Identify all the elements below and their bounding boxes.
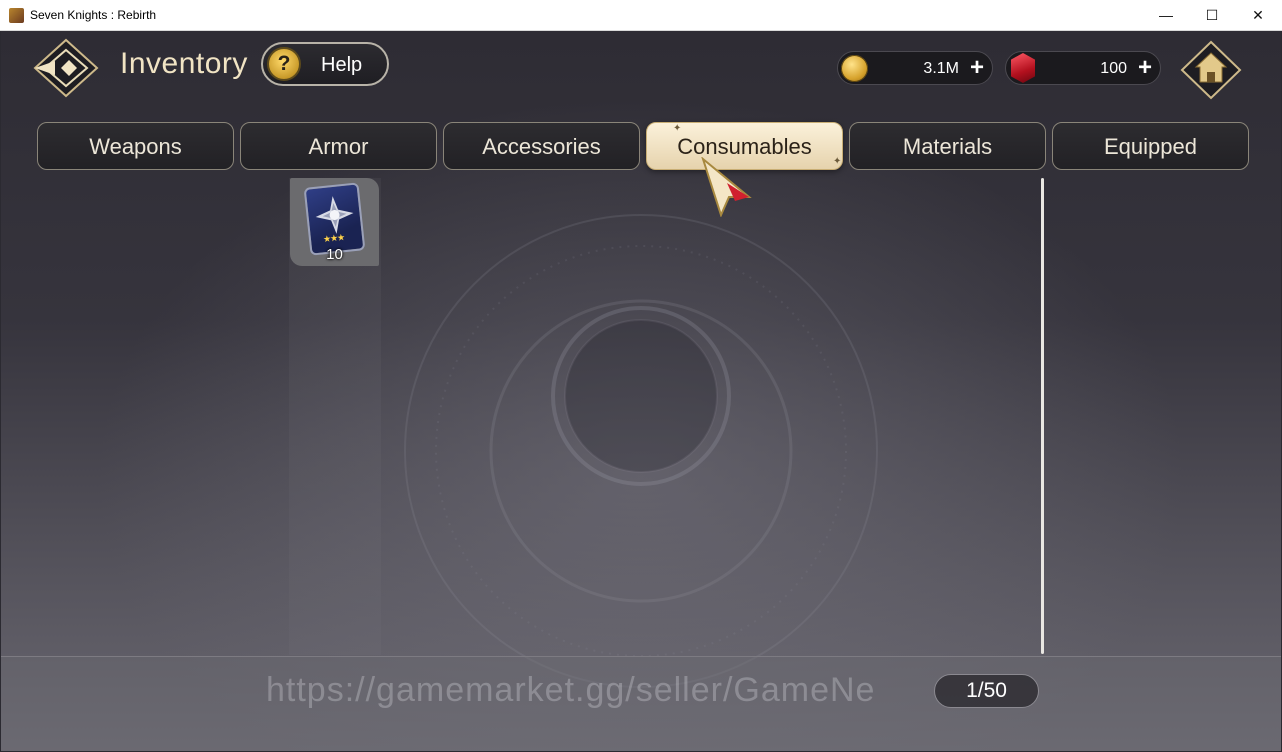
tab-consumables-label: Consumables (677, 134, 812, 159)
tab-equipped[interactable]: Equipped (1052, 122, 1249, 170)
add-gem-button[interactable]: + (1138, 55, 1152, 81)
item-stars: ★★★ (322, 232, 345, 245)
ruby-gem-icon (1011, 53, 1035, 83)
sparkle-icon: ✦ (673, 123, 682, 134)
gold-currency: 3.1M + (837, 51, 993, 85)
app-icon (9, 8, 24, 23)
window-titlebar: Seven Knights : Rebirth — ☐ ✕ (0, 0, 1282, 31)
gold-coin-icon (841, 55, 868, 82)
minimize-button[interactable]: — (1143, 0, 1189, 31)
gem-value: 100 (1100, 60, 1127, 77)
game-viewport: Inventory ? Help 3.1M + 100 + Weapons Ar… (1, 31, 1281, 751)
watermark-text: https://gamemarket.gg/seller/GameNe (266, 671, 876, 709)
decorative-ring-icon (404, 214, 878, 688)
home-button[interactable] (1180, 40, 1242, 100)
cursor-pointer-icon (701, 157, 752, 217)
item-count: 10 (326, 246, 343, 263)
inventory-capacity: 1/50 (934, 674, 1039, 708)
question-icon: ? (267, 47, 301, 81)
inventory-scrollbar[interactable] (1041, 178, 1044, 654)
help-button[interactable]: ? Help (261, 42, 389, 86)
maximize-button[interactable]: ☐ (1189, 0, 1235, 31)
back-button[interactable] (31, 37, 101, 99)
gem-currency: 100 + (1005, 51, 1161, 85)
page-title: Inventory (120, 47, 248, 80)
tab-accessories[interactable]: Accessories (443, 122, 640, 170)
sparkle-icon: ✦ (833, 156, 842, 167)
tab-armor[interactable]: Armor (240, 122, 437, 170)
window-title: Seven Knights : Rebirth (30, 8, 157, 22)
gold-value: 3.1M (923, 60, 959, 77)
tab-materials[interactable]: Materials (849, 122, 1046, 170)
close-button[interactable]: ✕ (1235, 0, 1281, 31)
help-label: Help (321, 54, 363, 76)
star-card-icon: ★★★ (303, 182, 366, 256)
inventory-item-slot[interactable]: ★★★ 10 (290, 178, 379, 266)
add-gold-button[interactable]: + (970, 55, 984, 81)
tab-weapons[interactable]: Weapons (37, 122, 234, 170)
